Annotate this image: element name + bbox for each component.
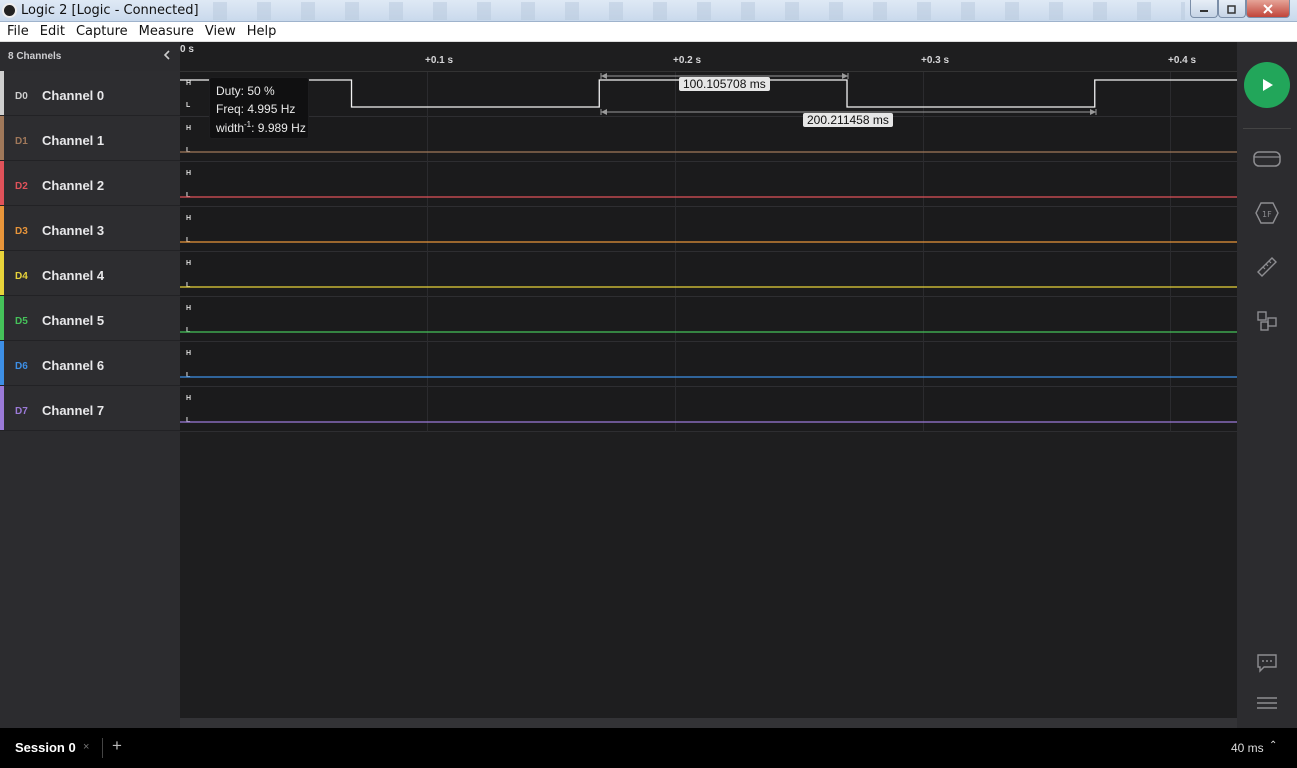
channel-sidebar: 8 Channels D0 Channel 0 D1 Channel 1 D2 Chann…	[0, 42, 180, 728]
play-icon	[1263, 79, 1273, 91]
channel-row-d7[interactable]: D7 Channel 7	[0, 386, 180, 431]
channel-color-bar	[0, 386, 4, 430]
channel-name[interactable]: Channel 5	[42, 313, 104, 328]
session-bar: Session 0 × + 40 ms ⌃	[0, 728, 1297, 768]
channel-count: 8 Channels	[8, 51, 62, 62]
channel-name[interactable]: Channel 1	[42, 133, 104, 148]
duty-cycle-text: Duty: 50 %	[216, 84, 275, 98]
sidebar-header: 8 Channels	[0, 42, 180, 71]
trigger-view-button[interactable]: 1F	[1252, 198, 1282, 228]
menu-file[interactable]: File	[7, 24, 29, 39]
channel-id: D7	[15, 406, 28, 417]
analyzer-icon	[1253, 151, 1281, 167]
channel-name[interactable]: Channel 6	[42, 358, 104, 373]
start-capture-button[interactable]	[1244, 62, 1290, 108]
analyzers-button[interactable]	[1252, 144, 1282, 174]
feedback-icon	[1257, 654, 1277, 673]
channel-id: D6	[15, 361, 28, 372]
channel-name[interactable]: Channel 4	[42, 268, 104, 283]
channel-row-d4[interactable]: D4 Channel 4	[0, 251, 180, 296]
session-divider	[102, 738, 103, 758]
menu-edit[interactable]: Edit	[40, 24, 65, 39]
channel-name[interactable]: Channel 2	[42, 178, 104, 193]
channel-row-d6[interactable]: D6 Channel 6	[0, 341, 180, 386]
channel-color-bar	[0, 161, 4, 205]
svg-text:1F: 1F	[1262, 210, 1272, 219]
minimize-button[interactable]	[1190, 0, 1218, 18]
width-frequency-text: width-1: 9.989 Hz	[216, 120, 306, 135]
channel-color-bar	[0, 341, 4, 385]
channel-id: D2	[15, 181, 28, 192]
channel-name[interactable]: Channel 0	[42, 88, 104, 103]
channel-name[interactable]: Channel 7	[42, 403, 104, 418]
horizontal-scrollbar[interactable]	[180, 718, 1237, 728]
toolbar-divider	[1243, 128, 1291, 129]
window-title: Logic 2 [Logic - Connected]	[21, 3, 199, 18]
close-window-button[interactable]	[1246, 0, 1290, 18]
extensions-button[interactable]	[1252, 306, 1282, 336]
main-menu-button[interactable]	[1252, 688, 1282, 718]
channel-id: D1	[15, 136, 28, 147]
channel-color-bar	[0, 116, 4, 160]
signal-measurement-tooltip: Duty: 50 % Freq: 4.995 Hz width-1: 9.989…	[209, 77, 309, 139]
channel-row-d3[interactable]: D3 Channel 3	[0, 206, 180, 251]
trigger-icon: 1F	[1255, 202, 1279, 224]
channel-id: D0	[15, 91, 28, 102]
add-session-button[interactable]: +	[112, 736, 122, 756]
collapse-sidebar-chevron-icon[interactable]	[162, 48, 172, 64]
frequency-text: Freq: 4.995 Hz	[216, 102, 296, 116]
menu-help[interactable]: Help	[247, 24, 277, 39]
measure-icon	[1257, 257, 1277, 277]
close-session-icon[interactable]: ×	[83, 741, 89, 753]
session-tab[interactable]: Session 0	[15, 740, 76, 755]
channel-id: D3	[15, 226, 28, 237]
channel-row-d2[interactable]: D2 Channel 2	[0, 161, 180, 206]
channel-id: D5	[15, 316, 28, 327]
channel-name[interactable]: Channel 3	[42, 223, 104, 238]
minimize-icon	[1200, 9, 1208, 12]
pulse-width-measurement[interactable]: 100.105708 ms	[679, 77, 770, 91]
channel-row-d1[interactable]: D1 Channel 1	[0, 116, 180, 161]
channel-color-bar	[0, 296, 4, 340]
menu-icon	[1257, 697, 1277, 709]
extensions-icon	[1257, 311, 1277, 331]
taskbar-background-decoration	[195, 2, 1185, 20]
restore-icon	[1227, 4, 1236, 14]
waveform-area[interactable]: 0 s +0.1 s +0.2 s +0.3 s +0.4 s HLHLHLHL…	[180, 42, 1237, 728]
channel-color-bar	[0, 251, 4, 295]
app-logo-icon	[2, 3, 17, 18]
close-icon	[1263, 3, 1273, 14]
maximize-button[interactable]	[1218, 0, 1246, 18]
channel-id: D4	[15, 271, 28, 282]
channel-color-bar	[0, 71, 4, 115]
title-bar: Logic 2 [Logic - Connected]	[0, 0, 1297, 22]
menu-measure[interactable]: Measure	[139, 24, 194, 39]
channel-color-bar	[0, 206, 4, 250]
menu-view[interactable]: View	[205, 24, 236, 39]
channel-row-d5[interactable]: D5 Channel 5	[0, 296, 180, 341]
feedback-button[interactable]	[1252, 648, 1282, 678]
channel-row-d0[interactable]: D0 Channel 0	[0, 71, 180, 116]
measurements-button[interactable]	[1252, 252, 1282, 282]
menu-capture[interactable]: Capture	[76, 24, 128, 39]
right-toolbar: 1F	[1237, 42, 1297, 728]
duration-caret-icon[interactable]: ⌃	[1269, 740, 1277, 751]
period-measurement[interactable]: 200.211458 ms	[803, 113, 893, 127]
menu-bar: File Edit Capture Measure View Help	[0, 22, 1297, 42]
capture-duration[interactable]: 40 ms	[1231, 741, 1264, 755]
